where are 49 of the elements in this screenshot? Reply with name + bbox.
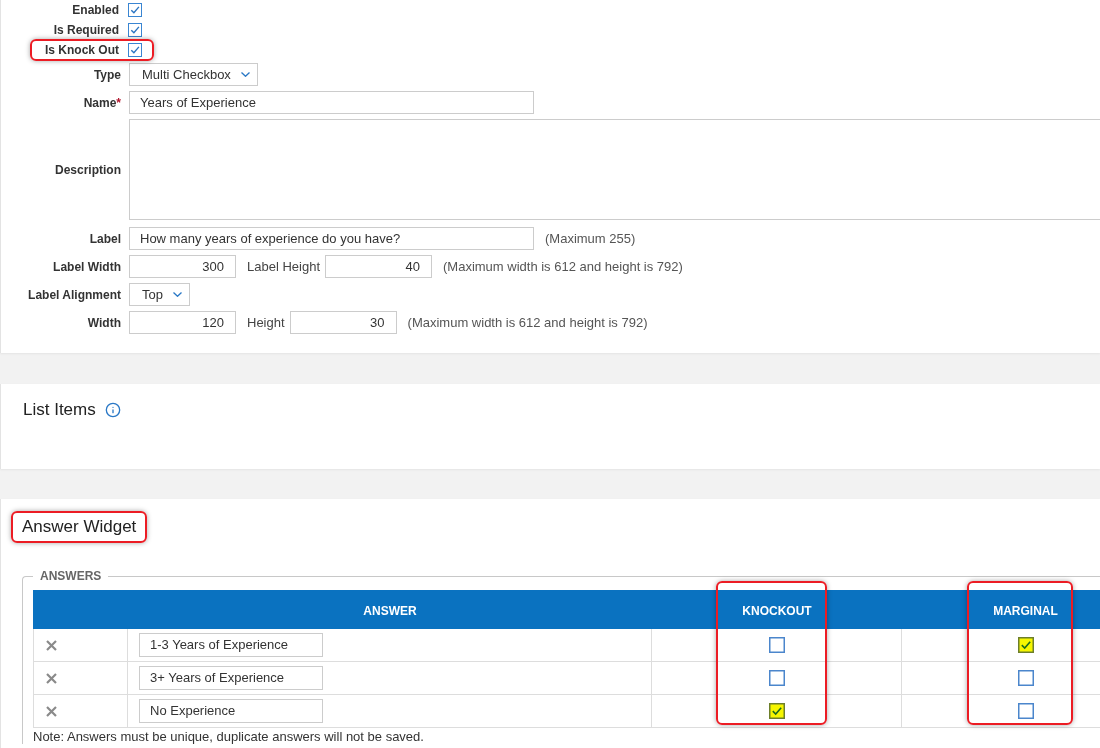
checkbox[interactable] [1017, 670, 1034, 686]
field-label: Label Height [247, 257, 320, 276]
group-legend: ANSWERS [33, 569, 109, 583]
dropdown[interactable]: Multi Checkbox [129, 63, 258, 86]
column-header: KNOCKOUT [742, 603, 812, 618]
x-icon[interactable] [46, 705, 57, 717]
section-title: Answer Widget [22, 516, 137, 539]
number-field[interactable]: 40 [325, 255, 432, 278]
column-header: ANSWER [363, 603, 417, 618]
answer-field[interactable]: No Experience [139, 699, 323, 723]
note-text: Note: Answers must be unique, duplicate answers will not be saved. [33, 729, 425, 744]
checkbox[interactable] [768, 703, 785, 719]
field-label: Label [88, 230, 121, 248]
field-label: Height [247, 313, 285, 332]
field-label: Description [54, 161, 121, 179]
field-label: Label Width [52, 258, 121, 276]
section-title: List Items [23, 399, 96, 422]
textarea-field[interactable] [129, 119, 1100, 220]
text-field[interactable]: How many years of experience do you have? [129, 227, 534, 250]
dropdown[interactable]: Top [129, 283, 190, 306]
checkbox[interactable] [128, 43, 142, 57]
answer-field[interactable]: 3+ Years of Experience [139, 666, 323, 690]
x-icon[interactable] [46, 639, 57, 651]
number-field[interactable]: 120 [129, 311, 236, 334]
checkbox[interactable] [128, 3, 142, 17]
field-label: Type [92, 66, 121, 84]
hint-text: (Maximum width is 612 and height is 792) [443, 257, 683, 276]
hint-text: (Maximum width is 612 and height is 792) [407, 313, 648, 332]
number-field[interactable]: 30 [289, 311, 397, 334]
column-header: MARGINAL [993, 603, 1058, 618]
chevron-down-icon [240, 72, 250, 77]
chevron-down-icon [172, 292, 182, 297]
text-field[interactable]: Years of Experience [129, 91, 534, 114]
checkbox[interactable] [1017, 703, 1034, 719]
field-label: Label Alignment [27, 286, 121, 304]
answer-field[interactable]: 1-3 Years of Experience [139, 633, 323, 657]
field-label: Is Required [53, 22, 119, 39]
checkbox[interactable] [1017, 637, 1034, 653]
number-field[interactable]: 300 [129, 255, 236, 278]
hint-text: (Maximum 255) [545, 229, 636, 248]
checkbox[interactable] [128, 23, 142, 37]
checkbox[interactable] [768, 670, 785, 686]
field-label: Enabled [72, 2, 119, 19]
field-label: Is Knock Out [45, 42, 119, 59]
x-icon[interactable] [46, 672, 57, 684]
checkbox[interactable] [768, 637, 785, 653]
field-label: Width [86, 314, 121, 332]
field-label: Name* [82, 94, 121, 112]
info-icon[interactable] [104, 402, 121, 418]
